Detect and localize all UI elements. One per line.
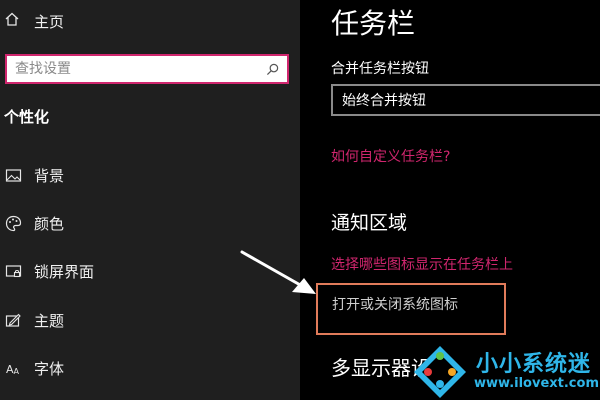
watermark-url: www.ilovext.com (474, 376, 599, 391)
sidebar-item-fonts[interactable]: AA 字体 (0, 353, 300, 383)
search-input[interactable] (7, 56, 261, 82)
sidebar-item-label: 字体 (34, 359, 65, 378)
main-content: 任务栏 合并任务栏按钮 始终合并按钮 如何自定义任务栏? 通知区域 选择哪些图标… (300, 0, 600, 400)
notification-area-heading: 通知区域 (331, 212, 408, 234)
font-icon: AA (2, 357, 24, 379)
combine-buttons-dropdown[interactable]: 始终合并按钮 (331, 84, 600, 116)
sidebar-item-themes[interactable]: 主题 (0, 305, 300, 335)
sidebar-item-colors[interactable]: 颜色 (0, 208, 300, 238)
page-title: 任务栏 (331, 7, 416, 40)
annotation-arrow-icon (240, 250, 316, 294)
section-title-personalization: 个性化 (4, 108, 50, 126)
svg-text:A: A (13, 367, 19, 376)
palette-icon (2, 212, 24, 234)
search-icon[interactable] (261, 58, 283, 80)
home-nav-item[interactable]: 主页 (4, 10, 64, 32)
toggle-system-icons-link[interactable]: 打开或关闭系统图标 (332, 294, 458, 314)
sidebar-item-background[interactable]: 背景 (0, 160, 300, 190)
sidebar: 主页 个性化 背景 颜色 锁屏界面 主题 AA 字体 (0, 0, 300, 400)
sidebar-item-label: 颜色 (34, 214, 65, 233)
watermark-logo-icon (414, 346, 466, 398)
sidebar-item-label: 主题 (34, 311, 65, 330)
sidebar-item-label: 锁屏界面 (34, 262, 95, 281)
choose-taskbar-icons-link[interactable]: 选择哪些图标显示在任务栏上 (331, 254, 513, 274)
home-label: 主页 (34, 12, 65, 31)
home-icon (4, 11, 20, 31)
image-icon (2, 164, 24, 186)
theme-icon (2, 309, 24, 331)
highlight-box: 打开或关闭系统图标 (316, 283, 506, 335)
sidebar-item-label: 背景 (34, 166, 65, 185)
lock-screen-icon (2, 260, 24, 282)
search-box[interactable] (5, 54, 289, 84)
customize-taskbar-link[interactable]: 如何自定义任务栏? (331, 146, 450, 166)
combine-buttons-label: 合并任务栏按钮 (331, 61, 429, 77)
watermark: 小小系统迷 www.ilovext.com (412, 344, 600, 400)
watermark-title: 小小系统迷 (476, 352, 592, 377)
combine-buttons-value: 始终合并按钮 (342, 93, 426, 109)
